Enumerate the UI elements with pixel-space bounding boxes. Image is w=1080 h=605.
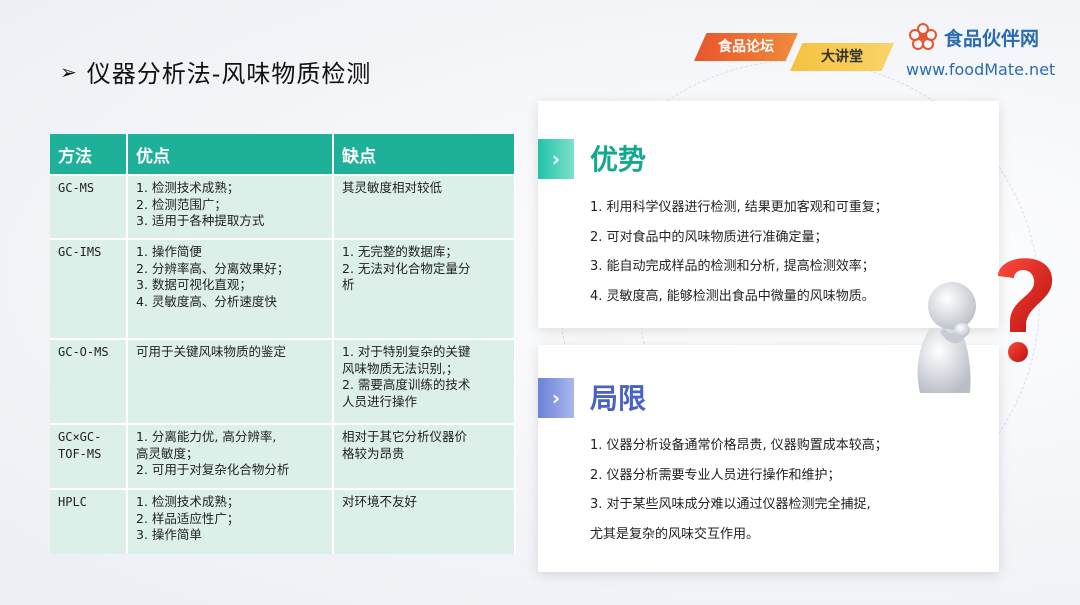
- method-comparison-table: 方法 优点 缺点 GC-MS 1. 检测技术成熟； 2. 检测范围广； 3. 适用于各…: [50, 134, 516, 554]
- cell-line: 高灵敏度；: [136, 445, 199, 461]
- cell-line: 析: [342, 277, 355, 292]
- cell-line: 1. 对于特别复杂的关键: [342, 344, 471, 359]
- header-pros: 优点: [128, 134, 334, 174]
- list-item-line: 3. 对于某些风味成分难以通过仪器检测完全捕捉,: [590, 497, 871, 512]
- badge-lecture-hall: 大讲堂: [790, 43, 894, 71]
- cell-pros: 1. 分离能力优, 高分辨率, 高灵敏度； 2. 可用于对复杂化合物分析: [128, 423, 334, 488]
- badge-food-forum: 食品论坛: [694, 33, 798, 61]
- cell-line: 相对于其它分析仪器价: [342, 429, 468, 444]
- cell-cons: 1. 对于特别复杂的关键 风味物质无法识别,； 2. 需要高度训练的技术 人员进行操作: [334, 338, 516, 423]
- cell-pros: 1. 检测技术成熟； 2. 样品适应性广； 3. 操作简单: [128, 488, 334, 554]
- list-item: 2. 可对食品中的风味物质进行准确定量；: [590, 229, 828, 245]
- brand-name: 食品伙伴网: [944, 28, 1040, 50]
- foodmate-flower-logo-icon: [909, 23, 937, 50]
- cell-cons: 对环境不友好: [334, 488, 516, 554]
- cell-line: 人员进行操作: [342, 393, 418, 409]
- cell-line: 1. 检测技术成熟；: [136, 494, 240, 509]
- header-cons: 缺点: [334, 134, 516, 174]
- list-item: 1. 仪器分析设备通常价格昂贵, 仪器购置成本较高；: [590, 438, 888, 453]
- table-row: GC-IMS 1. 操作简便 2. 分辨率高、分离效果好； 3. 数据可视化直观； 4.…: [50, 238, 516, 338]
- cell-line: 其灵敏度相对较低: [342, 180, 443, 195]
- cell-line: 4. 灵敏度高、分析速度快: [136, 293, 277, 309]
- cell-line: 2. 可用于对复杂化合物分析: [136, 462, 290, 477]
- table-row: GC-O-MS 可用于关键风味物质的鉴定 1. 对于特别复杂的关键 风味物质无法识别,…: [50, 338, 516, 423]
- table-row: GC×GC- TOF-MS 1. 分离能力优, 高分辨率, 高灵敏度； 2. 可用于对复…: [50, 423, 516, 488]
- cell-pros: 1. 检测技术成熟； 2. 检测范围广； 3. 适用于各种提取方式: [128, 174, 334, 238]
- cell-line: GC-O-MS: [58, 345, 109, 359]
- list-item: 4. 灵敏度高, 能够检测出食品中微量的风味物质。: [590, 288, 875, 304]
- cell-pros: 1. 操作简便 2. 分辨率高、分离效果好； 3. 数据可视化直观； 4. 灵敏度高、…: [128, 238, 334, 338]
- table-header-row: 方法 优点 缺点: [50, 134, 516, 174]
- table-row: HPLC 1. 检测技术成熟； 2. 样品适应性广； 3. 操作简单 对环境不友好: [50, 488, 516, 554]
- cell-line: GC×GC-: [58, 430, 102, 444]
- cell-line: 2. 样品适应性广；: [136, 510, 240, 526]
- arrow-bullet-icon: ➢: [60, 59, 77, 84]
- cell-method: GC×GC- TOF-MS: [50, 423, 128, 488]
- slide-background: ➢ 仪器分析法-风味物质检测 食品论坛 大讲堂 食品伙伴网 www.foodMa…: [0, 0, 1080, 605]
- cell-line: 可用于关键风味物质的鉴定: [136, 344, 287, 359]
- cell-line: 对环境不友好: [342, 494, 418, 509]
- cell-line: 3. 数据可视化直观；: [136, 277, 252, 292]
- slide-title: 仪器分析法-风味物质检测: [86, 60, 372, 88]
- cell-method: HPLC: [50, 488, 128, 554]
- cell-line: 1. 无完整的数据库；: [342, 244, 458, 259]
- cell-method: GC-O-MS: [50, 338, 128, 423]
- cell-line: 风味物质无法识别,；: [342, 360, 459, 376]
- cell-line: GC-IMS: [58, 245, 102, 259]
- brand-url: www.foodMate.net: [906, 60, 1056, 79]
- advantages-heading: 优势: [590, 143, 647, 176]
- cell-line: HPLC: [58, 495, 87, 509]
- cell-line: 2. 需要高度训练的技术: [342, 377, 471, 392]
- cell-cons: 1. 无完整的数据库； 2. 无法对化合物定量分析: [334, 238, 516, 338]
- cell-line: 1. 检测技术成熟；: [136, 180, 240, 195]
- header-method: 方法: [50, 134, 128, 174]
- chevron-right-icon: ›: [538, 139, 574, 179]
- cell-line: 2. 分辨率高、分离效果好；: [136, 260, 290, 276]
- table-row: GC-MS 1. 检测技术成熟； 2. 检测范围广； 3. 适用于各种提取方式 其灵敏度…: [50, 174, 516, 238]
- advantages-list: 1. 利用科学仪器进行检测, 结果更加客观和可重复； 2. 可对食品中的风味物质…: [590, 193, 888, 311]
- cell-line: 格较为昂贵: [342, 445, 405, 461]
- cell-pros: 可用于关键风味物质的鉴定: [128, 338, 334, 423]
- cell-line: TOF-MS: [58, 446, 102, 461]
- cell-line: 1. 操作简便: [136, 244, 202, 259]
- cell-line: GC-MS: [58, 181, 95, 195]
- cell-method: GC-IMS: [50, 238, 128, 338]
- list-item: 3. 对于某些风味成分难以通过仪器检测完全捕捉, 尤其是复杂的风味交互作用。: [590, 490, 888, 549]
- limitations-list: 1. 仪器分析设备通常价格昂贵, 仪器购置成本较高； 2. 仪器分析需要专业人员…: [590, 431, 888, 549]
- list-item: 1. 利用科学仪器进行检测, 结果更加客观和可重复；: [590, 200, 888, 215]
- cell-line: 1. 分离能力优, 高分辨率,: [136, 429, 277, 444]
- cell-line: 2. 无法对化合物定量分: [342, 260, 471, 276]
- cell-line: 3. 操作简单: [136, 527, 202, 542]
- list-item-line: 尤其是复杂的风味交互作用。: [590, 526, 760, 542]
- cell-cons: 其灵敏度相对较低: [334, 174, 516, 238]
- cell-line: 3. 适用于各种提取方式: [136, 213, 265, 228]
- list-item: 2. 仪器分析需要专业人员进行操作和维护；: [590, 467, 841, 483]
- thinking-person-question-mark-icon: [917, 258, 1053, 393]
- list-item: 3. 能自动完成样品的检测和分析, 提高检测效率；: [590, 259, 875, 274]
- cell-method: GC-MS: [50, 174, 128, 238]
- slide-title-group: ➢ 仪器分析法-风味物质检测: [60, 54, 371, 89]
- cell-cons: 相对于其它分析仪器价 格较为昂贵: [334, 423, 516, 488]
- limitations-heading: 局限: [590, 382, 647, 415]
- cell-line: 2. 检测范围广；: [136, 196, 227, 212]
- chevron-right-icon: ›: [538, 378, 574, 418]
